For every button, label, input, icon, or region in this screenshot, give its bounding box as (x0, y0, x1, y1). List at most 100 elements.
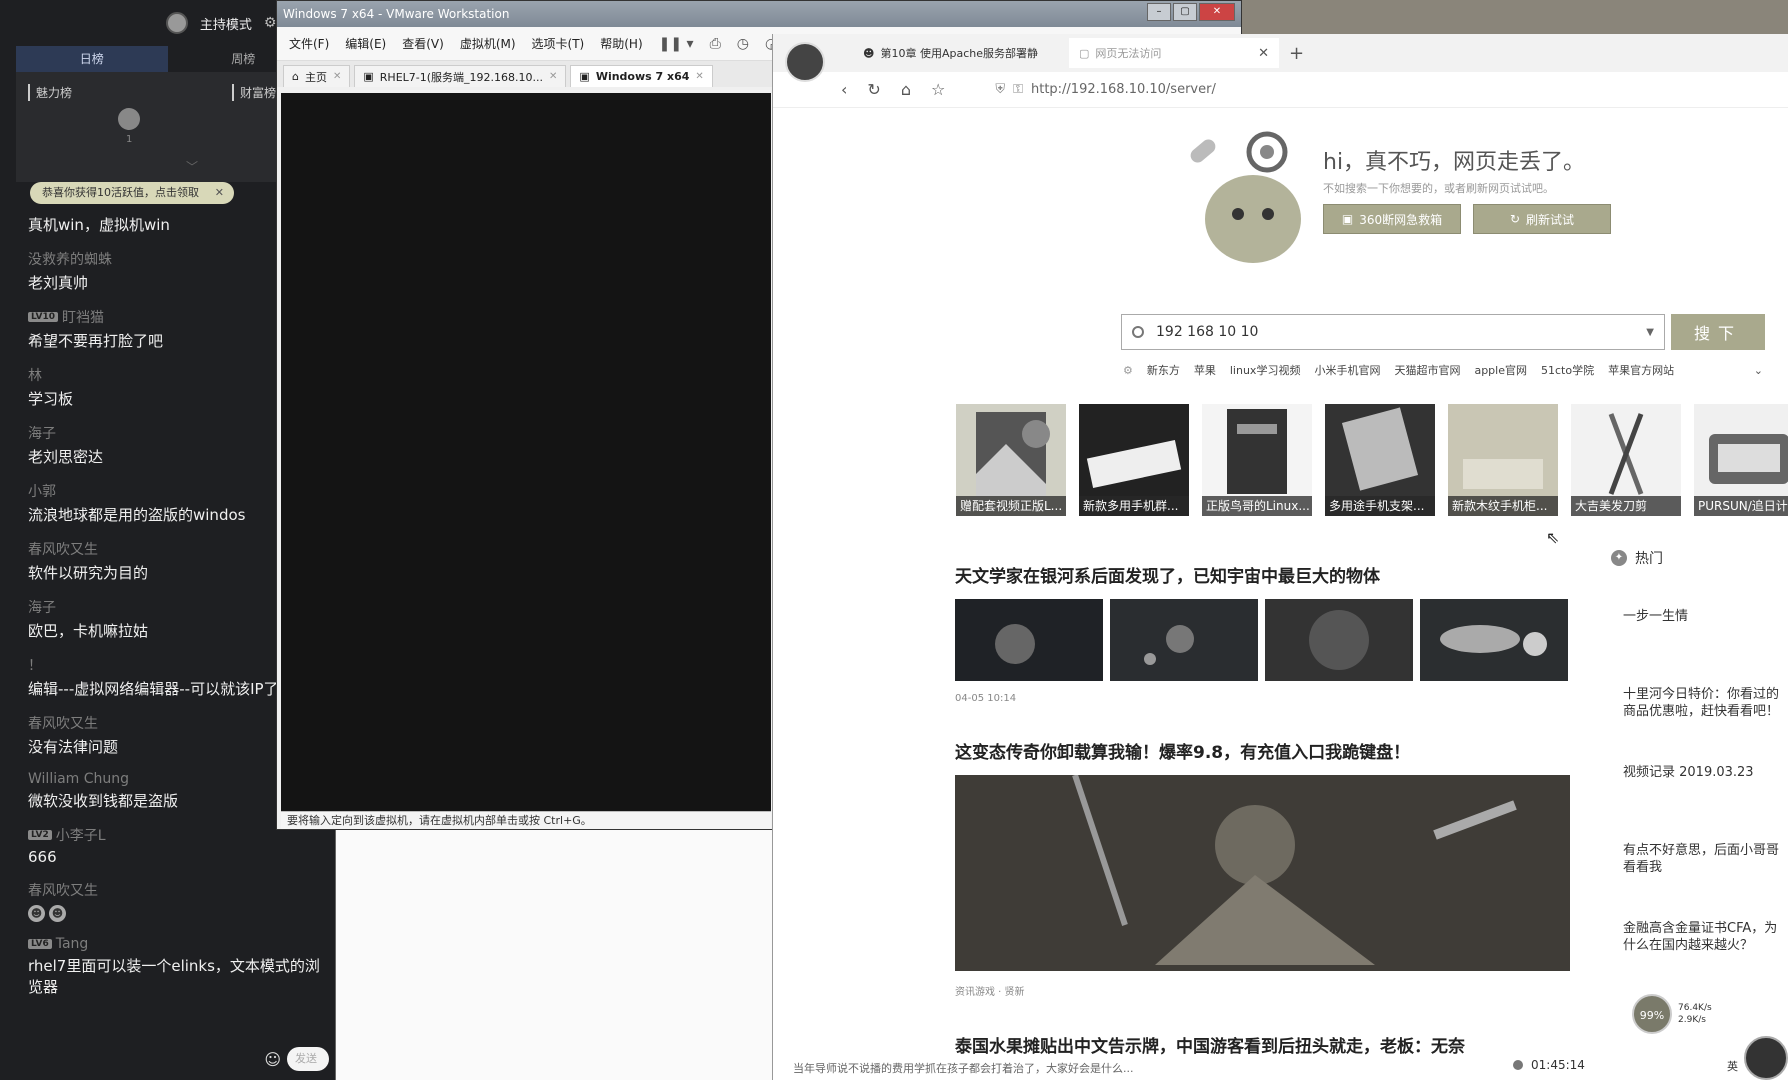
settings-icon[interactable]: ⚙ (1123, 364, 1133, 377)
rank-avatar[interactable] (118, 108, 140, 130)
host-mode-label[interactable]: 主持模式 (200, 14, 252, 33)
new-tab-icon[interactable]: + (1289, 43, 1304, 64)
close-icon[interactable]: ✕ (333, 71, 341, 82)
rank-tabs: 日榜 周榜 (16, 46, 319, 72)
mascot-icon (1190, 131, 1301, 263)
ime-indicator[interactable]: 英 (1727, 1058, 1738, 1074)
product-label: 赠配套视频正版L... (956, 496, 1066, 516)
speed-percent: 99% (1632, 994, 1672, 1034)
snapshot-icon[interactable]: ◷ (737, 36, 749, 52)
menu-vm[interactable]: 虚拟机(M) (460, 35, 516, 52)
menu-tabs[interactable]: 选项卡(T) (532, 35, 585, 52)
user-avatar[interactable] (785, 42, 825, 82)
menu-help[interactable]: 帮助(H) (600, 35, 642, 52)
quick-link[interactable]: 天猫超市官网 (1394, 362, 1460, 378)
news-title[interactable]: 天文学家在银河系后面发现了，已知宇宙中最巨大的物体 (955, 562, 1570, 587)
quick-link[interactable]: 苹果 (1194, 362, 1216, 378)
browser-tab[interactable]: ☻ 第10章 使用Apache服务部署静 (853, 38, 1063, 68)
chat-username[interactable]: LV6 Tang (28, 936, 328, 952)
chevron-down-icon[interactable]: ⌄ (1754, 364, 1763, 377)
hot-item[interactable]: 视频记录 2019.03.23 (1623, 764, 1788, 842)
quick-link[interactable]: 小米手机官网 (1314, 362, 1380, 378)
username-text: 没救养的蜘蛛 (28, 252, 112, 268)
vmware-titlebar[interactable]: Windows 7 x64 - VMware Workstation – ▢ ✕ (277, 1, 1241, 27)
news-thumbnail[interactable] (1265, 599, 1413, 681)
hot-item[interactable]: 有点不好意思，后面小哥哥看看我 (1623, 842, 1788, 920)
bottom-ticker[interactable]: 当年导师说不说播的费用学抓在孩子都会打着治了，大家好会是什么... (793, 1060, 1493, 1078)
reward-notice[interactable]: 恭喜你获得10活跃值，点击领取 ✕ (30, 182, 234, 204)
news-thumbnail[interactable] (1420, 599, 1568, 681)
close-button[interactable]: ✕ (1199, 3, 1235, 21)
product-card[interactable]: 新款多用手机群... (1079, 404, 1189, 516)
product-card[interactable]: PURSUN/追日计... (1694, 404, 1788, 516)
star-icon[interactable]: ☆ (931, 80, 945, 99)
tab-rhel7[interactable]: ▣ RHEL7-1(服务端_192.168.10... ✕ (354, 65, 567, 87)
quick-link[interactable]: 51cto学院 (1541, 362, 1594, 378)
tab-label: 第10章 使用Apache服务部署静 (880, 47, 1038, 60)
news-title[interactable]: 这变态传奇你卸载算我输！爆率9.8，有充值入口我跪键盘！ (955, 738, 1570, 763)
chevron-down-icon[interactable]: ﹀ (186, 158, 198, 175)
charm-rank-title[interactable]: 魅力榜 (28, 84, 72, 101)
browser-tabbar: ☻ 第10章 使用Apache服务部署静 ▢ 网页无法访问 ✕ + (773, 34, 1788, 82)
background-window (335, 830, 775, 1080)
news-title[interactable]: 泰国水果摊贴出中文告示牌，中国游客看到后扭头就走，老板：无奈 (955, 1032, 1570, 1057)
emoji-icon[interactable]: ☺ (264, 1050, 281, 1069)
refresh-button[interactable]: ↻ 刷新试试 (1473, 204, 1611, 234)
home-icon[interactable]: ⌂ (901, 80, 911, 99)
hot-item[interactable]: 一步一生情 (1623, 608, 1788, 686)
refresh-icon[interactable]: ↻ (867, 80, 880, 99)
close-icon[interactable]: ✕ (549, 71, 557, 82)
back-icon[interactable]: ‹ (841, 80, 847, 99)
product-card[interactable]: 正版鸟哥的Linux... (1202, 404, 1312, 516)
menu-view[interactable]: 查看(V) (402, 35, 444, 52)
quick-link[interactable]: linux学习视频 (1230, 362, 1301, 378)
search-button[interactable]: 搜下 (1671, 314, 1765, 350)
quick-link[interactable]: apple官网 (1474, 362, 1527, 378)
news-thumbnail[interactable] (955, 599, 1103, 681)
product-card[interactable]: 多用途手机支架... (1325, 404, 1435, 516)
minimize-button[interactable]: – (1147, 3, 1171, 21)
pause-icon[interactable]: ❚❚ ▾ (659, 36, 694, 52)
vm-console[interactable] (281, 93, 771, 811)
host-avatar[interactable] (165, 12, 188, 34)
maximize-button[interactable]: ▢ (1173, 3, 1197, 21)
hot-item[interactable]: 金融高含金量证书CFA，为什么在国内越来越火？ (1623, 920, 1788, 998)
chat-input[interactable]: 发送 (287, 1047, 329, 1071)
wealth-rank-title[interactable]: 财富榜 (232, 84, 276, 101)
upload-rate: 76.4K/s (1678, 1003, 1712, 1013)
product-card[interactable]: 大吉美发刀剪 (1571, 404, 1681, 516)
address-bar[interactable]: ⛨ ⚿ http://192.168.10.10/server/ (995, 82, 1216, 97)
product-card[interactable]: 赠配套视频正版L... (956, 404, 1066, 516)
close-icon[interactable]: ✕ (695, 71, 703, 82)
menu-file[interactable]: 文件(F) (289, 35, 329, 52)
tab-favicon-icon: ☻ (863, 46, 875, 60)
lock-icon: ⚿ (1013, 82, 1023, 97)
hot-item[interactable]: 十里河今日特价：你看过的商品优惠啦，赶快看看吧！ (1623, 686, 1788, 764)
rescue-button[interactable]: ▣ 360断网急救箱 (1323, 204, 1461, 234)
search-input[interactable]: 192 168 10 10 ▼ (1121, 314, 1665, 350)
product-card[interactable]: 新款木纹手机柜... (1448, 404, 1558, 516)
chat-text: rhel7里面可以装一个elinks，文本模式的浏 (28, 957, 320, 975)
tab-windows7[interactable]: ▣ Windows 7 x64 ✕ (570, 65, 713, 87)
browser-navbar: ‹ ↻ ⌂ ☆ ⛨ ⚿ http://192.168.10.10/server/ (773, 72, 1788, 108)
quick-link[interactable]: 新东方 (1147, 362, 1180, 378)
news-thumbnail[interactable] (1110, 599, 1258, 681)
chat-text: 666 (28, 848, 57, 866)
network-speed-widget[interactable]: 99% 76.4K/s 2.9K/s (1632, 992, 1752, 1036)
close-icon[interactable]: ✕ (215, 182, 224, 204)
quick-link[interactable]: 苹果官方网站 (1608, 362, 1674, 378)
browser-tab-active[interactable]: ▢ 网页无法访问 ✕ (1069, 38, 1279, 68)
product-label: 正版鸟哥的Linux... (1202, 496, 1312, 516)
settings-icon[interactable]: ⚙ (264, 15, 277, 31)
menu-edit[interactable]: 编辑(E) (345, 35, 386, 52)
news-image[interactable] (955, 775, 1570, 971)
tab-home[interactable]: ⌂ 主页 ✕ (283, 65, 351, 87)
tab-daily[interactable]: 日榜 (16, 46, 168, 72)
chat-username[interactable]: 春风吹又生 (28, 880, 328, 900)
username-text: 海子 (28, 600, 56, 616)
galaxy-image (955, 599, 1103, 681)
send-keys-icon[interactable]: ⎙ (710, 36, 721, 52)
dropdown-icon[interactable]: ▼ (1646, 327, 1654, 338)
close-icon[interactable]: ✕ (1258, 46, 1269, 61)
chat-message: 览器 (28, 976, 328, 997)
